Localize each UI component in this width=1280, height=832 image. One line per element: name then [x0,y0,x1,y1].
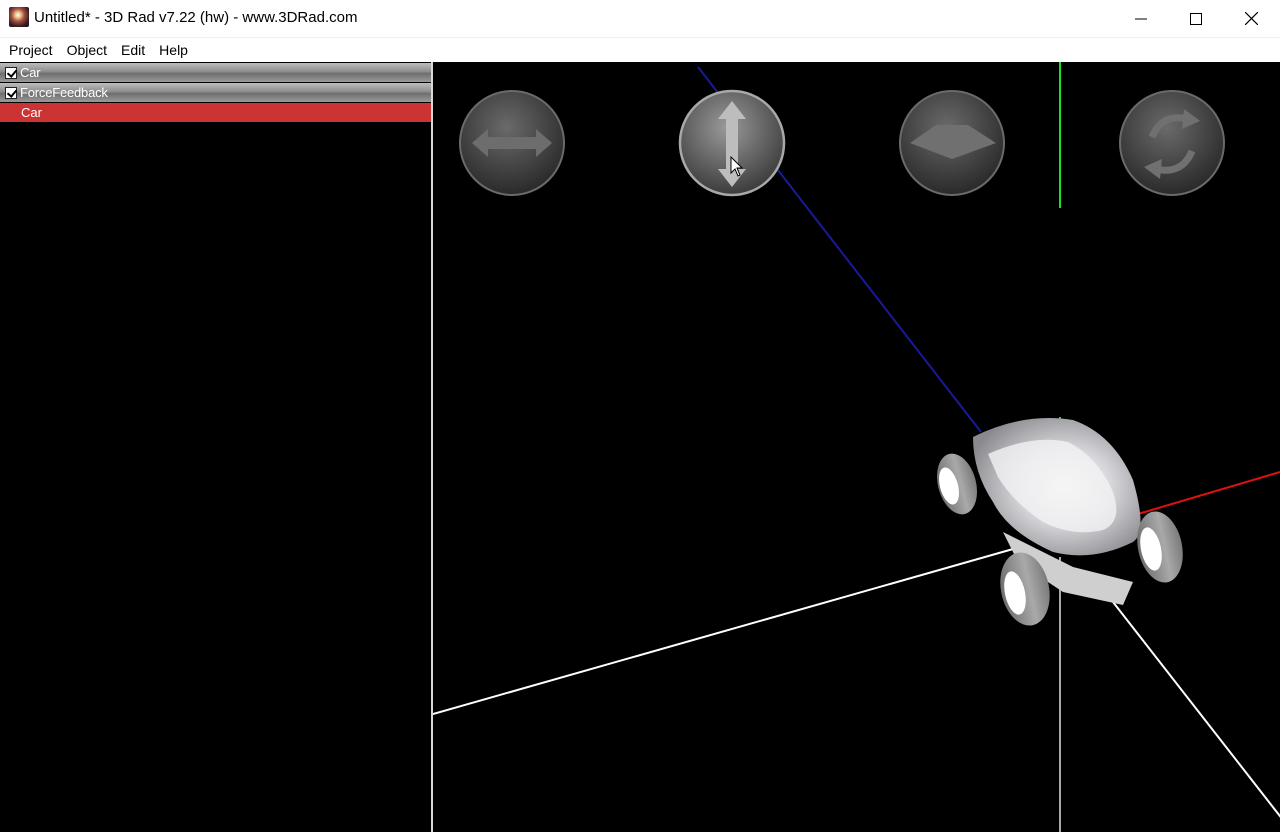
maximize-button[interactable] [1168,0,1223,37]
close-icon [1245,12,1258,25]
object-row-car[interactable]: Car [0,63,431,82]
object-label: ForceFeedback [20,85,108,100]
menu-bar: Project Object Edit Help [0,37,1280,62]
object-enabled-checkbox[interactable] [5,66,17,79]
move-horizontal-tool[interactable] [458,89,566,197]
mouse-cursor-icon [730,156,744,177]
rotate-tool[interactable] [1118,89,1226,197]
minimize-button[interactable] [1113,0,1168,37]
menu-edit[interactable]: Edit [114,38,152,62]
menu-object[interactable]: Object [60,38,114,62]
horizontal-arrows-icon [459,90,565,196]
minimize-icon [1134,18,1147,19]
grid-line [1112,601,1280,818]
plane-icon [899,90,1005,196]
selected-object-row[interactable]: Car [0,103,431,122]
maximize-icon [1189,12,1202,25]
object-enabled-checkbox[interactable] [5,86,17,99]
grid-line [433,548,1014,715]
window-title: Untitled* - 3D Rad v7.22 (hw) - www.3DRa… [34,9,358,26]
move-vertical-tool[interactable] [678,89,786,197]
object-label: Car [20,65,41,80]
x-axis [1137,471,1280,515]
close-button[interactable] [1224,0,1279,37]
app-icon [9,7,29,27]
move-plane-tool[interactable] [898,89,1006,197]
menu-project[interactable]: Project [2,38,60,62]
rotate-arrows-icon [1119,90,1225,196]
3d-viewport[interactable] [433,62,1280,832]
selected-object-label: Car [21,105,42,120]
vertical-arrows-icon [678,89,786,197]
object-row-forcefeedback[interactable]: ForceFeedback [0,83,431,102]
title-bar: Untitled* - 3D Rad v7.22 (hw) - www.3DRa… [0,0,1280,37]
object-list-panel: Car ForceFeedback Car [0,62,431,832]
menu-help[interactable]: Help [152,38,195,62]
